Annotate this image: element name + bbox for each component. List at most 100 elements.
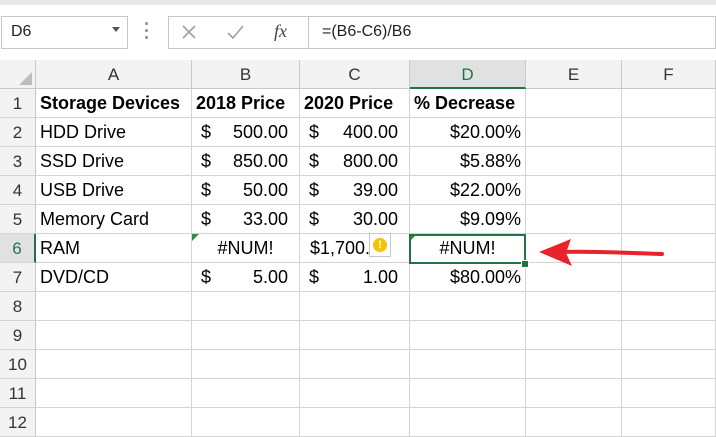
empty-cell[interactable]: [36, 379, 192, 408]
cell-a3[interactable]: SSD Drive: [36, 147, 192, 176]
cell-d6[interactable]: #NUM!: [410, 234, 526, 263]
empty-cell[interactable]: [192, 408, 300, 437]
cell-b7[interactable]: $5.00: [192, 263, 300, 292]
cell-b6[interactable]: #NUM!: [192, 234, 300, 263]
row-header-5[interactable]: 5: [0, 205, 36, 234]
insert-function-button[interactable]: fx: [263, 17, 303, 48]
cell-f1[interactable]: [622, 89, 716, 118]
cell-c4[interactable]: $39.00: [300, 176, 410, 205]
cell-c6[interactable]: $1,700.00: [300, 234, 410, 263]
cell-e5[interactable]: [526, 205, 622, 234]
enter-button[interactable]: [216, 17, 256, 48]
cell-value: 50.00: [242, 180, 288, 200]
cell-c1[interactable]: 2020 Price: [300, 89, 410, 118]
empty-cell[interactable]: [36, 292, 192, 321]
empty-cell[interactable]: [622, 379, 716, 408]
name-box[interactable]: D6: [1, 16, 128, 49]
select-all-button[interactable]: [0, 60, 36, 89]
empty-cell[interactable]: [526, 379, 622, 408]
empty-cell[interactable]: [410, 408, 526, 437]
cell-value: 5.00: [252, 267, 288, 287]
cell-a4[interactable]: USB Drive: [36, 176, 192, 205]
empty-cell[interactable]: [410, 379, 526, 408]
cell-e3[interactable]: [526, 147, 622, 176]
chevron-down-icon[interactable]: [112, 27, 120, 32]
row-header-11[interactable]: 11: [0, 379, 36, 408]
name-box-value: D6: [11, 23, 32, 40]
empty-cell[interactable]: [192, 292, 300, 321]
cell-e1[interactable]: [526, 89, 622, 118]
formula-input[interactable]: =(B6-C6)/B6: [308, 16, 716, 49]
empty-cell[interactable]: [410, 292, 526, 321]
cell-d1[interactable]: % Decrease: [410, 89, 526, 118]
row-header-9[interactable]: 9: [0, 321, 36, 350]
empty-cell[interactable]: [622, 408, 716, 437]
cell-b4[interactable]: $50.00: [192, 176, 300, 205]
empty-cell[interactable]: [622, 292, 716, 321]
empty-cell[interactable]: [300, 292, 410, 321]
cell-b1[interactable]: 2018 Price: [192, 89, 300, 118]
cell-d7[interactable]: $80.00%: [410, 263, 526, 292]
empty-cell[interactable]: [36, 321, 192, 350]
cell-d5[interactable]: $9.09%: [410, 205, 526, 234]
cancel-button[interactable]: [169, 17, 209, 48]
cell-b3[interactable]: $850.00: [192, 147, 300, 176]
empty-cell[interactable]: [526, 350, 622, 379]
row-header-2[interactable]: 2: [0, 118, 36, 147]
empty-cell[interactable]: [300, 350, 410, 379]
row-header-6[interactable]: 6: [0, 234, 36, 263]
row-header-1[interactable]: 1: [0, 89, 36, 118]
error-options-button[interactable]: !: [369, 233, 391, 257]
cell-a7[interactable]: DVD/CD: [36, 263, 192, 292]
row-header-8[interactable]: 8: [0, 292, 36, 321]
empty-cell[interactable]: [526, 292, 622, 321]
cell-c3[interactable]: $800.00: [300, 147, 410, 176]
empty-cell[interactable]: [526, 408, 622, 437]
cell-d4[interactable]: $22.00%: [410, 176, 526, 205]
column-header-b[interactable]: B: [192, 60, 300, 89]
empty-cell[interactable]: [300, 408, 410, 437]
empty-cell[interactable]: [410, 321, 526, 350]
row-header-10[interactable]: 10: [0, 350, 36, 379]
empty-cell[interactable]: [300, 321, 410, 350]
empty-cell[interactable]: [36, 408, 192, 437]
cell-c2[interactable]: $400.00: [300, 118, 410, 147]
empty-cell[interactable]: [410, 350, 526, 379]
cell-b2[interactable]: $500.00: [192, 118, 300, 147]
cell-a6[interactable]: RAM: [36, 234, 192, 263]
empty-cell[interactable]: [36, 350, 192, 379]
fill-handle[interactable]: [521, 260, 529, 268]
cell-c7[interactable]: $1.00: [300, 263, 410, 292]
cell-a2[interactable]: HDD Drive: [36, 118, 192, 147]
column-header-e[interactable]: E: [526, 60, 622, 89]
empty-cell[interactable]: [192, 379, 300, 408]
column-header-d[interactable]: D: [410, 60, 526, 89]
cell-e2[interactable]: [526, 118, 622, 147]
cell-c5[interactable]: $30.00: [300, 205, 410, 234]
drag-handle-icon[interactable]: [145, 22, 149, 42]
column-header-c[interactable]: C: [300, 60, 410, 89]
row-header-12[interactable]: 12: [0, 408, 36, 437]
column-header-f[interactable]: F: [622, 60, 716, 89]
column-header-a[interactable]: A: [36, 60, 192, 89]
cell-a1[interactable]: Storage Devices: [36, 89, 192, 118]
empty-cell[interactable]: [622, 350, 716, 379]
cell-f4[interactable]: [622, 176, 716, 205]
empty-cell[interactable]: [622, 321, 716, 350]
cell-f3[interactable]: [622, 147, 716, 176]
empty-cell[interactable]: [300, 379, 410, 408]
cell-b5[interactable]: $33.00: [192, 205, 300, 234]
cell-d3[interactable]: $5.88%: [410, 147, 526, 176]
cell-a5[interactable]: Memory Card: [36, 205, 192, 234]
row-header-4[interactable]: 4: [0, 176, 36, 205]
cell-d2[interactable]: $20.00%: [410, 118, 526, 147]
cell-f2[interactable]: [622, 118, 716, 147]
row-header-7[interactable]: 7: [0, 263, 36, 292]
cell-f5[interactable]: [622, 205, 716, 234]
cell-e4[interactable]: [526, 176, 622, 205]
empty-cell[interactable]: [526, 321, 622, 350]
empty-cell[interactable]: [192, 350, 300, 379]
empty-cell[interactable]: [192, 321, 300, 350]
cell-text: RAM: [40, 238, 80, 258]
row-header-3[interactable]: 3: [0, 147, 36, 176]
